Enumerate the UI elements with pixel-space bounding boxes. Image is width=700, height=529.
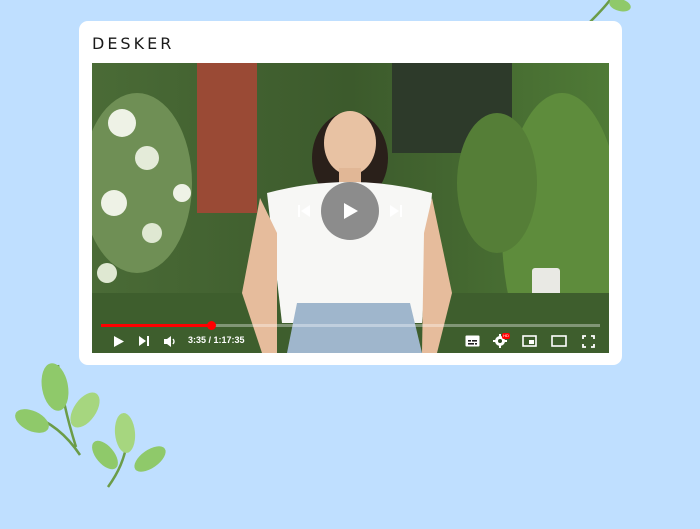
time-display: 3:35 / 1:17:35 [188, 335, 245, 345]
theater-mode-icon [551, 335, 567, 347]
subtitles-icon [465, 335, 479, 347]
miniplayer-button[interactable] [521, 333, 537, 349]
subtitles-button[interactable] [464, 333, 480, 349]
brand-logo: DESKER [92, 34, 175, 53]
skip-next-icon[interactable] [388, 203, 404, 219]
progress-fill [101, 324, 211, 327]
next-icon [139, 336, 149, 346]
video-card: DESKER 3:35 / 1:17:35 HD [79, 21, 622, 365]
play-small-button[interactable] [110, 333, 126, 349]
fullscreen-icon [581, 334, 595, 348]
hd-badge: HD [502, 333, 510, 339]
miniplayer-icon [521, 335, 537, 347]
next-button[interactable] [136, 333, 152, 349]
play-small-icon [113, 335, 124, 347]
video-player[interactable]: 3:35 / 1:17:35 HD [92, 63, 609, 353]
volume-icon [164, 335, 175, 347]
progress-scrubber[interactable] [206, 321, 216, 330]
progress-bar[interactable] [101, 321, 600, 330]
skip-previous-icon[interactable] [296, 203, 312, 219]
fullscreen-button[interactable] [580, 333, 596, 349]
play-icon [344, 203, 358, 219]
play-button[interactable] [321, 182, 379, 240]
theater-mode-button[interactable] [551, 333, 567, 349]
leaves-bottom-left-decoration [15, 363, 166, 488]
volume-button[interactable] [162, 333, 178, 349]
